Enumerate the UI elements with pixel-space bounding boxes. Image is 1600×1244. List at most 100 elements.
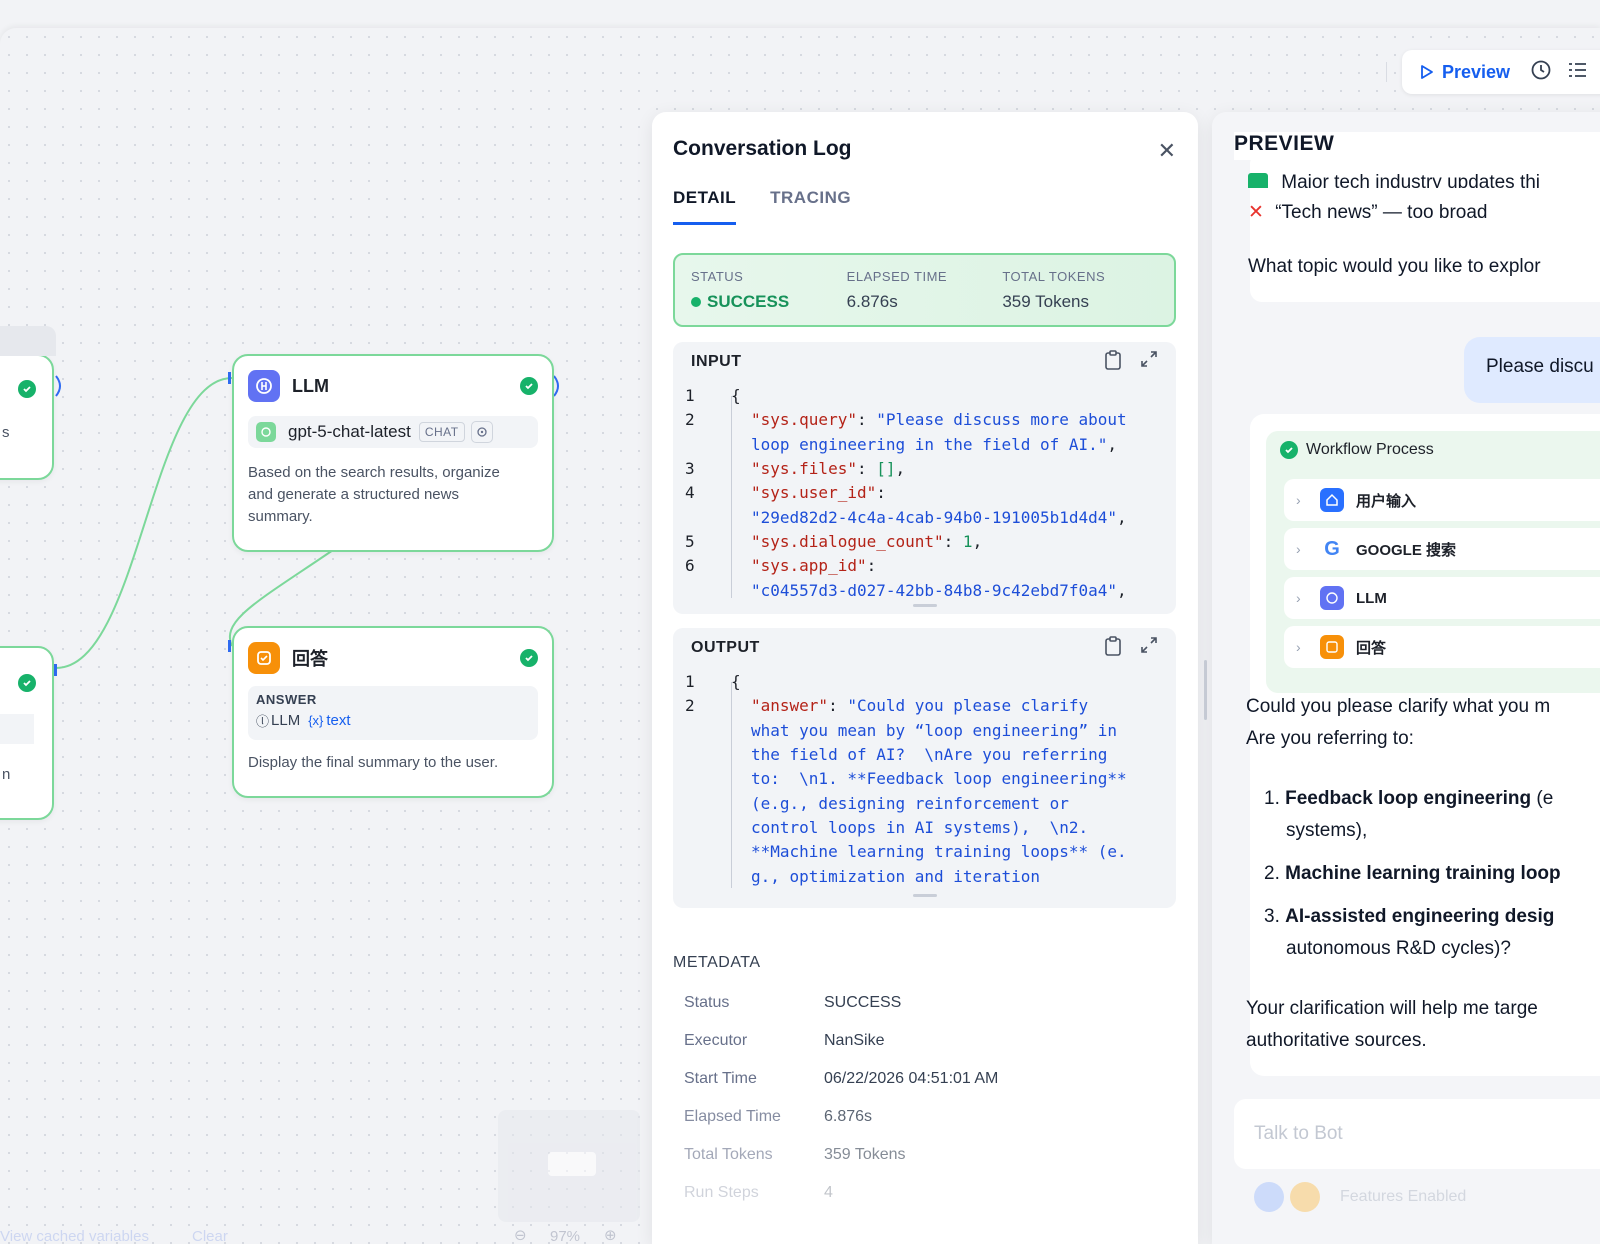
tab-detail[interactable]: DETAIL [673, 188, 737, 225]
answer-text: Are you referring to: [1246, 728, 1414, 749]
meta-key: Start Time [684, 1070, 757, 1087]
expand-icon[interactable] [1140, 636, 1158, 661]
line-number: 5 [685, 532, 695, 551]
model-selector[interactable]: gpt-5-chat-latest CHAT [248, 416, 538, 448]
zoom-out-icon[interactable]: ⊖ [514, 1226, 527, 1244]
checklist-icon[interactable] [1566, 59, 1588, 86]
zoom-level: 97% [550, 1228, 581, 1244]
partial-node-text: s [2, 424, 10, 441]
json-value: [] [876, 459, 896, 478]
meta-key: Status [684, 994, 730, 1011]
line-number: 1 [685, 386, 695, 405]
json-value: (e.g., designing reinforcement or [751, 794, 1069, 813]
line-number: 1 [685, 672, 695, 691]
model-settings-icon[interactable] [470, 421, 493, 443]
tab-tracing[interactable]: TRACING [770, 188, 851, 225]
top-toolbar: Preview [1386, 50, 1600, 94]
meta-value: 06/22/2026 04:51:01 AM [824, 1070, 999, 1087]
answer-section-label: ANSWER [256, 692, 317, 707]
output-label: OUTPUT [691, 639, 760, 656]
input-code-box: INPUT 1 2 3 4 5 6 { "sys.query": "Please… [673, 342, 1176, 614]
json-value: "29ed82d2-4c4a-4cab-94b0-191005b1d4d4" [751, 508, 1118, 527]
preview-title: PREVIEW [1234, 132, 1600, 160]
chevron-right-icon: › [1296, 492, 1301, 508]
features-enabled[interactable]: Features Enabled [1254, 1182, 1466, 1212]
log-tabs: DETAIL TRACING [673, 188, 851, 225]
json-brace: { [731, 672, 741, 691]
workflow-step-google-search[interactable]: › G GOOGLE 搜索 [1284, 528, 1600, 570]
expand-icon[interactable] [1140, 350, 1158, 375]
answer-text: autonomous R&D cycles)? [1286, 938, 1511, 959]
success-check-icon [18, 674, 36, 692]
json-value: control loops in AI systems), \n2. [751, 818, 1089, 837]
metadata-row: Start Time 06/22/2026 04:51:01 AM [684, 1070, 998, 1088]
zoom-in-icon[interactable]: ⊕ [604, 1226, 617, 1244]
success-dot-icon [691, 297, 701, 307]
preview-button[interactable]: Preview [1420, 62, 1510, 83]
home-icon [1320, 488, 1344, 512]
json-value: "c04557d3-d027-42bb-84b8-9c42ebd7f0a4" [751, 581, 1118, 600]
meta-value: SUCCESS [824, 994, 902, 1011]
partial-node-field [0, 714, 34, 744]
close-icon[interactable]: ✕ [1158, 138, 1176, 164]
metadata-row: Elapsed Time 6.876s [684, 1108, 872, 1126]
answer-text: systems), [1286, 820, 1368, 841]
answer-text: Could you please clarify what you m [1246, 696, 1551, 717]
llm-node[interactable]: LLM gpt-5-chat-latest CHAT Based on the … [232, 354, 554, 552]
json-value: what you mean by “loop engineering” in [751, 721, 1118, 740]
answer-text: (e [1531, 788, 1554, 809]
partial-node-bottom[interactable]: n [0, 646, 54, 820]
chat-input[interactable]: Talk to Bot [1234, 1099, 1600, 1169]
check-emoji-icon [1248, 172, 1268, 188]
answer-text: Your clarification will help me targe [1246, 998, 1538, 1019]
answer-text: authoritative sources. [1246, 1030, 1427, 1051]
json-key: "sys.dialogue_count" [751, 532, 944, 551]
preview-button-label: Preview [1442, 61, 1511, 82]
workflow-step-user-input[interactable]: › 用户输入 [1284, 479, 1600, 521]
history-icon[interactable] [1530, 59, 1552, 86]
answer-icon [1320, 635, 1344, 659]
answer-var-source: LLM [271, 712, 301, 729]
copy-icon[interactable] [1104, 349, 1122, 375]
llm-node-icon [248, 370, 280, 402]
answer-list-item: 2. Machine learning training loop [1264, 863, 1561, 884]
line-number: 2 [685, 410, 695, 429]
scroll-handle[interactable] [912, 894, 937, 897]
llm-node-title: LLM [292, 375, 329, 396]
json-value: g., optimization and iteration [751, 867, 1040, 886]
chevron-right-icon: › [1296, 541, 1301, 557]
log-title: Conversation Log [673, 137, 852, 160]
scroll-handle[interactable] [912, 604, 937, 607]
workflow-step-label: 回答 [1356, 639, 1387, 657]
line-number: 3 [685, 459, 695, 478]
workflow-step-llm[interactable]: › LLM [1284, 577, 1600, 619]
view-cached-variables-link[interactable]: View cached variables [0, 1228, 149, 1244]
llm-icon [1320, 586, 1344, 610]
json-key: "sys.user_id" [751, 483, 877, 502]
copy-icon[interactable] [1104, 635, 1122, 661]
minimap[interactable] [498, 1110, 640, 1222]
partial-node-top[interactable]: s [0, 354, 54, 480]
preview-line: What topic would you like to explor [1248, 256, 1541, 277]
answer-node[interactable]: 回答 ANSWER ⓛ LLM {x} text Display the fin… [232, 626, 554, 798]
input-code[interactable]: 1 2 3 4 5 6 { "sys.query": "Please discu… [673, 382, 1176, 608]
partial-node-text: n [2, 766, 11, 783]
json-key: "sys.app_id" [751, 556, 867, 575]
clear-link[interactable]: Clear [192, 1228, 228, 1244]
meta-key: Elapsed Time [684, 1108, 781, 1125]
json-value: to: \n1. **Feedback loop engineering** [751, 769, 1127, 788]
output-code[interactable]: 1 2 { "answer": "Could you please clarif… [673, 668, 1176, 902]
answer-bold: AI-assisted engineering desig [1285, 906, 1555, 927]
workflow-step-answer[interactable]: › 回答 [1284, 626, 1600, 668]
chevron-right-icon: › [1296, 590, 1301, 606]
preview-line: Major tech industry updates thi [1248, 166, 1540, 188]
panel-resize-handle[interactable] [1204, 660, 1207, 720]
meta-value: 359 Tokens [824, 1146, 906, 1163]
json-value: the field of AI? \nAre you referring [751, 745, 1108, 764]
json-key: "sys.files" [751, 459, 857, 478]
json-value: "Could you please clarify [847, 696, 1089, 715]
answer-bold: Feedback loop engineering [1285, 788, 1532, 809]
elapsed-value: 6.876s [846, 292, 898, 311]
workflow-process[interactable]: Workflow Process › 用户输入 › G GOOGLE 搜索 › … [1266, 431, 1600, 693]
success-check-icon [18, 380, 36, 398]
